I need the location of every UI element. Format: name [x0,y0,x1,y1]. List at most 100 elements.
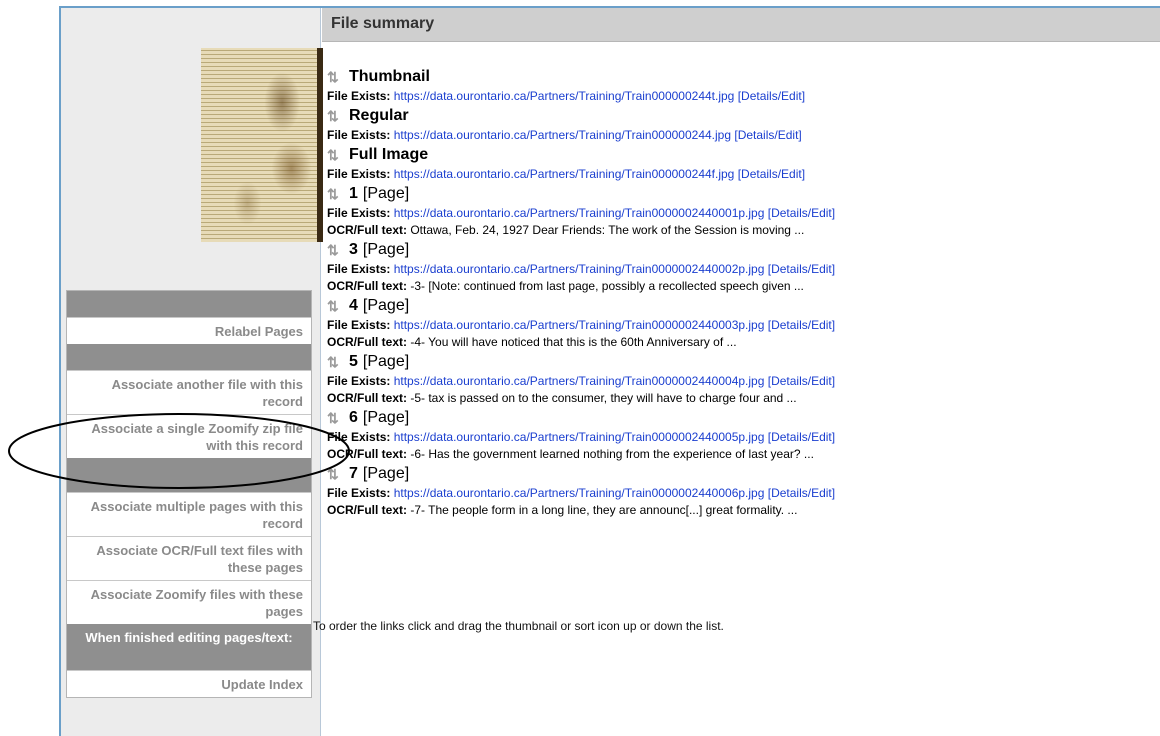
page-suffix: [Page] [362,297,410,314]
entry-title: ⇅ Thumbnail [327,66,1147,88]
menu-section-header: When finished editing pages/text: [67,624,311,670]
file-exists-line: File Exists: https://data.ourontario.ca/… [327,317,1147,334]
details-edit-link[interactable]: [Details/Edit] [738,89,805,103]
entry-title: ⇅ 4 [Page] [327,295,1147,317]
menu-item-update-index[interactable]: Update Index [67,670,311,697]
file-exists-line: File Exists: https://data.ourontario.ca/… [327,166,1147,183]
header-bar: File summary [322,8,1160,42]
file-url-link[interactable]: https://data.ourontario.ca/Partners/Trai… [394,374,765,388]
details-edit-link[interactable]: [Details/Edit] [768,206,835,220]
details-edit-link[interactable]: [Details/Edit] [768,318,835,332]
entry-name: 5 [349,353,358,370]
page-suffix: [Page] [362,409,410,426]
file-exists-line: File Exists: https://data.ourontario.ca/… [327,485,1147,502]
file-exists-label: File Exists: [327,318,391,332]
ocr-label: OCR/Full text: [327,223,407,237]
sort-arrows-icon[interactable]: ⇅ [327,466,345,483]
entry-name: 3 [349,241,358,258]
file-url-link[interactable]: https://data.ourontario.ca/Partners/Trai… [394,318,765,332]
ocr-label: OCR/Full text: [327,335,407,349]
entry-name: 6 [349,409,358,426]
entry-title: ⇅ 6 [Page] [327,407,1147,429]
page-title: File summary [331,15,435,32]
entry-name: Full Image [349,146,429,163]
ocr-text: -7- The people form in a long line, they… [410,503,798,517]
entry-name: Thumbnail [349,68,430,85]
file-entries: ⇅ Thumbnail File Exists: https://data.ouro… [327,66,1147,519]
entry-title: ⇅ 5 [Page] [327,351,1147,373]
page-suffix: [Page] [362,353,410,370]
ocr-line: OCR/Full text: Ottawa, Feb. 24, 1927 Dea… [327,222,1147,239]
menu-item-relabel-pages[interactable]: Relabel Pages [67,317,311,344]
ocr-line: OCR/Full text: -4- You will have noticed… [327,334,1147,351]
file-url-link[interactable]: https://data.ourontario.ca/Partners/Trai… [394,430,765,444]
ocr-label: OCR/Full text: [327,279,407,293]
file-exists-label: File Exists: [327,262,391,276]
file-exists-label: File Exists: [327,374,391,388]
page-suffix: [Page] [362,465,410,482]
sort-arrows-icon[interactable]: ⇅ [327,147,345,164]
menu-item-associate-multiple-pages-with-this-record[interactable]: Associate multiple pages with this recor… [67,492,311,536]
document-thumbnail[interactable] [201,48,323,242]
file-exists-label: File Exists: [327,206,391,220]
details-edit-link[interactable]: [Details/Edit] [768,486,835,500]
menu-item-associate-another-file-with-this-record[interactable]: Associate another file with this record [67,370,311,414]
page-suffix: [Page] [362,185,410,202]
ocr-line: OCR/Full text: -6- Has the government le… [327,446,1147,463]
file-exists-line: File Exists: https://data.ourontario.ca/… [327,88,1147,105]
file-url-link[interactable]: https://data.ourontario.ca/Partners/Trai… [394,167,735,181]
ocr-text: Ottawa, Feb. 24, 1927 Dear Friends: The … [410,223,805,237]
sort-arrows-icon[interactable]: ⇅ [327,242,345,259]
file-exists-line: File Exists: https://data.ourontario.ca/… [327,373,1147,390]
details-edit-link[interactable]: [Details/Edit] [768,430,835,444]
entry-name: 4 [349,297,358,314]
ocr-text: -3- [Note: continued from last page, pos… [410,279,804,293]
entry-title: ⇅ 3 [Page] [327,239,1147,261]
sort-arrows-icon[interactable]: ⇅ [327,186,345,203]
details-edit-link[interactable]: [Details/Edit] [768,262,835,276]
footer-note: To order the links click and drag the th… [313,619,724,633]
entry-name: Regular [349,107,409,124]
sort-arrows-icon[interactable]: ⇅ [327,298,345,315]
page-suffix: [Page] [362,241,410,258]
ocr-text: -6- Has the government learned nothing f… [410,447,814,461]
menu-item-associate-a-single-zoomify-zip-file-with-this-record[interactable]: Associate a single Zoomify zip file with… [67,414,311,458]
ocr-label: OCR/Full text: [327,391,407,405]
file-exists-label: File Exists: [327,128,391,142]
ocr-label: OCR/Full text: [327,447,407,461]
file-exists-line: File Exists: https://data.ourontario.ca/… [327,127,1147,144]
file-url-link[interactable]: https://data.ourontario.ca/Partners/Trai… [394,206,765,220]
file-exists-line: File Exists: https://data.ourontario.ca/… [327,261,1147,278]
file-exists-label: File Exists: [327,89,391,103]
file-exists-line: File Exists: https://data.ourontario.ca/… [327,429,1147,446]
ocr-line: OCR/Full text: -5- tax is passed on to t… [327,390,1147,407]
entry-title: ⇅ 1 [Page] [327,183,1147,205]
file-url-link[interactable]: https://data.ourontario.ca/Partners/Trai… [394,486,765,500]
file-url-link[interactable]: https://data.ourontario.ca/Partners/Trai… [394,128,731,142]
menu-item-associate-ocr-full-text-files-with-these-pages[interactable]: Associate OCR/Full text files with these… [67,536,311,580]
entry-title: ⇅ Full Image [327,144,1147,166]
file-exists-label: File Exists: [327,486,391,500]
sort-arrows-icon[interactable]: ⇅ [327,410,345,427]
file-url-link[interactable]: https://data.ourontario.ca/Partners/Trai… [394,89,735,103]
sidebar: Relabel Pages Associate another file with… [61,8,323,736]
details-edit-link[interactable]: [Details/Edit] [738,167,805,181]
ocr-text: -4- You will have noticed that this is t… [410,335,737,349]
menu-item-associate-zoomify-files-with-these-pages[interactable]: Associate Zoomify files with these pages [67,580,311,624]
entry-name: 7 [349,465,358,482]
details-edit-link[interactable]: [Details/Edit] [734,128,801,142]
ocr-label: OCR/Full text: [327,503,407,517]
file-exists-label: File Exists: [327,167,391,181]
sort-arrows-icon[interactable]: ⇅ [327,354,345,371]
sidebar-menu: Relabel Pages Associate another file with… [66,290,312,698]
details-edit-link[interactable]: [Details/Edit] [768,374,835,388]
menu-section-header [67,291,311,317]
ocr-line: OCR/Full text: -3- [Note: continued from… [327,278,1147,295]
menu-section-header [67,458,311,492]
sort-arrows-icon[interactable]: ⇅ [327,69,345,86]
file-exists-line: File Exists: https://data.ourontario.ca/… [327,205,1147,222]
ocr-line: OCR/Full text: -7- The people form in a … [327,502,1147,519]
menu-section-header [67,344,311,370]
sort-arrows-icon[interactable]: ⇅ [327,108,345,125]
file-url-link[interactable]: https://data.ourontario.ca/Partners/Trai… [394,262,765,276]
